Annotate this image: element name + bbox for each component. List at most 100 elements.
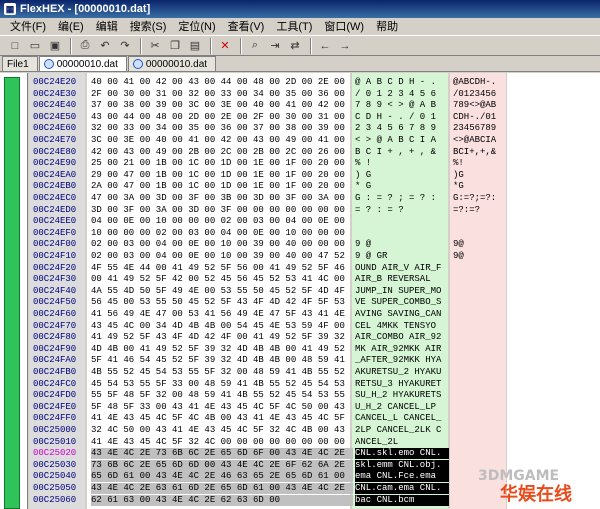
row-text[interactable]: *G [453,181,507,192]
open-icon[interactable]: ▭ [26,37,44,55]
row-hex[interactable]: 3C 00 3E 00 40 00 41 00 42 00 43 00 49 0… [91,135,353,146]
menu-item[interactable]: 编(E) [52,18,90,36]
hex-row[interactable]: 00C24EF0 10 00 00 00 02 00 03 00 04 00 0E… [29,228,600,239]
row-ascii[interactable]: AIR_COMBO AIR_92 [355,332,449,343]
row-hex[interactable]: 43 45 4C 00 34 4D 4B 4B 00 54 45 4E 53 5… [91,321,353,332]
hex-row[interactable]: 00C24EB0 2A 00 47 00 1B 00 1C 00 1D 00 1E… [29,181,600,192]
row-hex[interactable]: 47 00 3A 00 3D 00 3F 00 3B 00 3D 00 3F 0… [91,193,353,204]
row-ascii[interactable]: CANCEL_L CANCEL_ [355,413,449,424]
row-text[interactable]: 9@ [453,239,507,250]
row-hex[interactable]: 32 00 33 00 34 00 35 00 36 00 37 00 38 0… [91,123,353,134]
hex-row[interactable]: 00C24F20 4F 55 4E 44 00 41 49 52 5F 56 00… [29,263,600,274]
row-text[interactable]: )G [453,170,507,181]
hex-row[interactable]: 00C24F60 41 56 49 4E 47 00 53 41 56 49 4E… [29,309,600,320]
delete-icon[interactable]: ✕ [216,37,234,55]
row-text[interactable]: 789<>@AB [453,100,507,111]
row-hex[interactable]: 4B 55 52 45 54 53 55 5F 32 00 48 59 41 4… [91,367,353,378]
hex-row[interactable]: 00C24ED0 3D 00 3F 00 3A 00 3D 00 3F 00 00… [29,205,600,216]
row-ascii[interactable]: bac CNL.bcm [355,494,449,506]
row-ascii[interactable]: SU_H_2 HYAKURETS [355,390,449,401]
row-ascii[interactable]: C D H - . / 0 1 [355,112,449,123]
row-text[interactable]: 9@ [453,251,507,262]
hex-row[interactable]: 00C24FB0 4B 55 52 45 54 53 55 5F 32 00 48… [29,367,600,378]
row-hex[interactable]: 3D 00 3F 00 3A 00 3D 00 3F 00 00 00 00 0… [91,205,353,216]
hex-row[interactable]: 00C24FC0 45 54 53 55 5F 33 00 48 59 41 4B… [29,379,600,390]
row-ascii[interactable]: CNL.skl.emo CNL. [355,448,449,460]
hex-row[interactable]: 00C24EE0 04 00 0E 00 10 00 00 00 02 00 03… [29,216,600,227]
new-icon[interactable]: □ [6,37,24,55]
row-hex[interactable]: 32 4C 50 00 43 41 4E 43 45 4C 5F 32 4C 4… [91,425,353,436]
row-text[interactable]: /0123456 [453,89,507,100]
menu-item[interactable]: 文件(F) [4,18,52,36]
row-hex[interactable]: 25 00 21 00 1B 00 1C 00 1D 00 1E 00 1F 0… [91,158,353,169]
row-text[interactable]: BCI+,+,& [453,147,507,158]
row-text[interactable]: CDH-./01 [453,112,507,123]
row-hex[interactable]: 5F 48 5F 33 00 43 41 4E 43 45 4C 5F 4C 5… [91,402,353,413]
tab-file[interactable]: 00000010.dat [38,56,127,71]
row-hex[interactable]: 65 6D 61 00 43 4E 4C 2E 46 63 65 2E 65 6… [91,471,353,483]
hex-row[interactable]: 00C24F10 02 00 03 00 04 00 0E 00 10 00 39… [29,251,600,262]
row-text[interactable]: =?:=? [453,205,507,216]
back-icon[interactable]: ← [316,37,334,55]
row-ascii[interactable]: @ A B C D H - . [355,77,449,88]
row-ascii[interactable]: CEL 4MKK TENSYO [355,321,449,332]
redo-icon[interactable]: ↷ [116,37,134,55]
tab-file[interactable]: 00000010.dat [127,56,217,71]
row-ascii[interactable]: < > @ A B C I A [355,135,449,146]
hex-row[interactable]: 00C24F30 00 41 49 52 5F 42 00 52 45 56 45… [29,274,600,285]
hex-row[interactable]: 00C24F00 02 00 03 00 04 00 0E 00 10 00 39… [29,239,600,250]
forward-icon[interactable]: → [336,37,354,55]
hex-row[interactable]: 00C24E60 32 00 33 00 34 00 35 00 36 00 37… [29,123,600,134]
row-hex[interactable]: 73 6B 6C 2E 65 6D 6D 00 43 4E 4C 2E 6F 6… [91,459,353,471]
hex-row[interactable]: 00C24E80 42 00 43 00 49 00 2B 00 2C 00 2B… [29,147,600,158]
row-ascii[interactable]: MK AIR_92MKK AIR [355,344,449,355]
row-hex[interactable]: 41 56 49 4E 47 00 53 41 56 49 4E 47 5F 4… [91,309,353,320]
row-ascii[interactable]: RETSU_3 HYAKURET [355,379,449,390]
hex-row[interactable]: 00C24FA0 5F 41 46 54 45 52 5F 39 32 4D 4B… [29,355,600,366]
hex-row[interactable]: 00C24E70 3C 00 3E 00 40 00 41 00 42 00 43… [29,135,600,146]
row-ascii[interactable]: * G [355,181,449,192]
row-hex[interactable]: 00 41 49 52 5F 42 00 52 45 56 45 52 53 4… [91,274,353,285]
tab-file[interactable]: File1 [2,56,38,71]
row-hex[interactable]: 41 49 52 5F 43 4F 4D 42 4F 00 41 49 52 5… [91,332,353,343]
hex-row[interactable]: 00C25010 41 4E 43 45 4C 5F 32 4C 00 00 00… [29,437,600,448]
row-ascii[interactable]: AVING SAVING_CAN [355,309,449,320]
hex-row[interactable]: 00C25000 32 4C 50 00 43 41 4E 43 45 4C 5F… [29,425,600,436]
hex-row[interactable]: 00C24E50 43 00 44 00 48 00 2D 00 2E 00 2F… [29,112,600,123]
row-ascii[interactable]: OUND AIR_V AIR_F [355,263,449,274]
overview-bar[interactable] [4,77,20,509]
hex-row[interactable]: 00C24F40 4A 55 4D 50 5F 49 4E 00 53 55 50… [29,286,600,297]
hex-row[interactable]: 00C24F90 4D 4B 00 41 49 52 5F 39 32 4D 4B… [29,344,600,355]
row-ascii[interactable]: 9 @ [355,239,449,250]
goto-icon[interactable]: ⇥ [266,37,284,55]
row-text[interactable]: <>@ABCIA [453,135,507,146]
row-hex[interactable]: 43 00 44 00 48 00 2D 00 2E 00 2F 00 30 0… [91,112,353,123]
row-ascii[interactable]: % ! [355,158,449,169]
row-ascii[interactable]: AIR_B REVERSAL [355,274,449,285]
row-hex[interactable]: 40 00 41 00 42 00 43 00 44 00 48 00 2D 0… [91,77,353,88]
row-hex[interactable]: 42 00 43 00 49 00 2B 00 2C 00 2B 00 2C 0… [91,147,353,158]
hex-row[interactable]: 00C24E20 40 00 41 00 42 00 43 00 44 00 48… [29,77,600,88]
row-ascii[interactable]: CNL.cam.ema CNL. [355,483,449,494]
row-hex[interactable]: 37 00 38 00 39 00 3C 00 3E 00 40 00 41 0… [91,100,353,111]
row-hex[interactable]: 02 00 03 00 04 00 0E 00 10 00 39 00 40 0… [91,239,353,250]
row-ascii[interactable]: skl.emm CNL.obj. [355,459,449,471]
row-hex[interactable]: 4A 55 4D 50 5F 49 4E 00 53 55 50 45 52 5… [91,286,353,297]
row-hex[interactable]: 2A 00 47 00 1B 00 1C 00 1D 00 1E 00 1F 0… [91,181,353,192]
find-icon[interactable]: ⌕ [246,37,264,55]
paste-icon[interactable]: ▤ [186,37,204,55]
hex-row[interactable]: 00C24E40 37 00 38 00 39 00 3C 00 3E 00 40… [29,100,600,111]
menu-item[interactable]: 定位(N) [172,18,221,36]
row-ascii[interactable]: ema CNL.Fce.ema [355,471,449,483]
menu-item[interactable]: 编辑 [90,18,124,36]
hex-row[interactable]: 00C24FE0 5F 48 5F 33 00 43 41 4E 43 45 4C… [29,402,600,413]
copy-icon[interactable]: ❐ [166,37,184,55]
row-hex[interactable]: 5F 41 46 54 45 52 5F 39 32 4D 4B 4B 00 4… [91,355,353,366]
hex-row[interactable]: 00C25020 43 4E 4C 2E 73 6B 6C 2E 65 6D 6F… [29,448,600,460]
row-ascii[interactable]: 2 3 4 5 6 7 8 9 [355,123,449,134]
print-icon[interactable]: ⎙ [76,37,94,55]
row-hex[interactable]: 4F 55 4E 44 00 41 49 52 5F 56 00 41 49 5… [91,263,353,274]
row-ascii[interactable]: / 0 1 2 3 4 5 6 [355,89,449,100]
row-hex[interactable]: 41 4E 43 45 4C 5F 4C 4B 00 43 41 4E 43 4… [91,413,353,424]
row-hex[interactable]: 62 61 63 00 43 4E 4C 2E 62 63 6D 00 [91,494,353,506]
